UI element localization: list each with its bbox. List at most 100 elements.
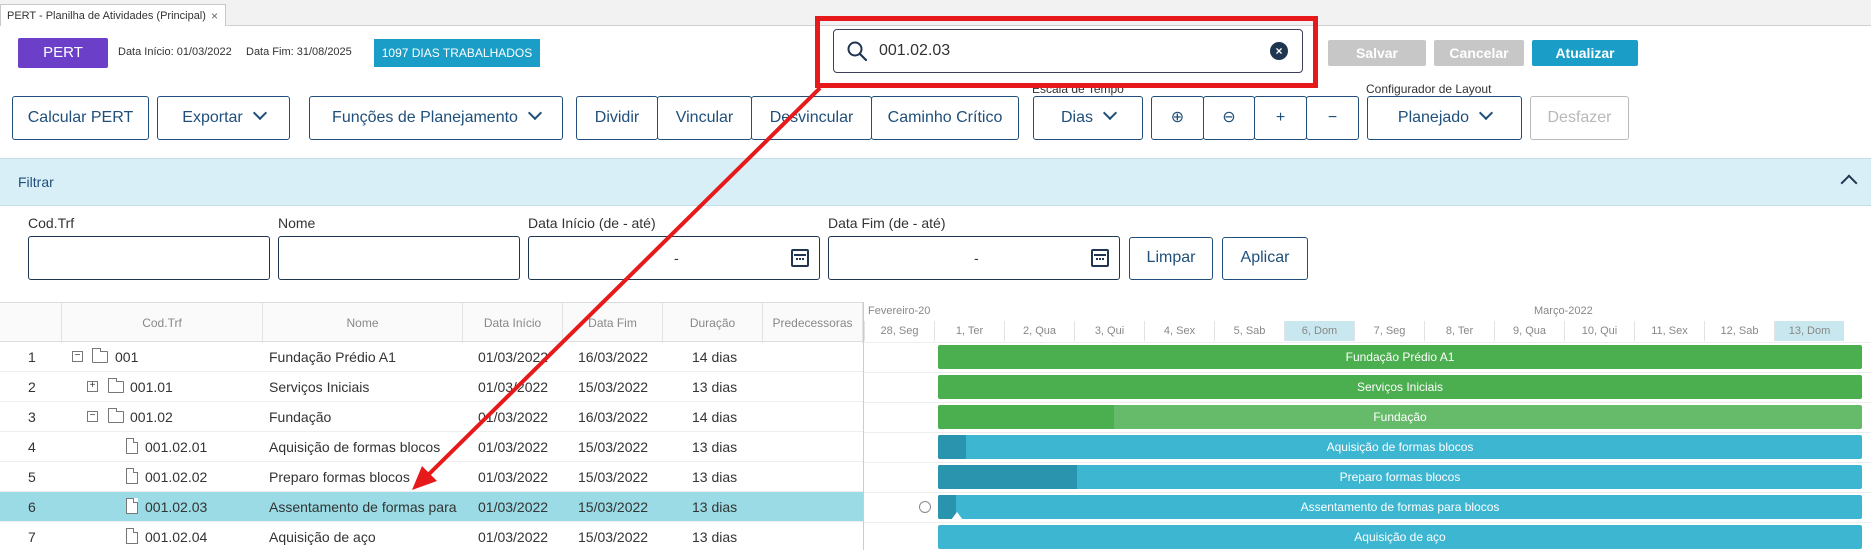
funcoes-planejamento-dropdown[interactable]: Funções de Planejamento xyxy=(309,96,563,140)
gantt-task-bar[interactable]: Preparo formas blocos xyxy=(938,465,1862,489)
exportar-dropdown[interactable]: Exportar xyxy=(157,96,290,140)
dividir-button[interactable]: Dividir xyxy=(576,96,658,140)
caminho-critico-button[interactable]: Caminho Crítico xyxy=(871,96,1019,140)
data-fim-cell: 16/03/2022 xyxy=(578,409,649,425)
col-predecessoras[interactable]: Predecessoras xyxy=(763,303,863,343)
zoom-out-button[interactable]: ⊖ xyxy=(1203,96,1255,140)
progress-handle-icon[interactable] xyxy=(951,512,963,520)
gantt-task-bar[interactable]: Fundação Prédio A1 xyxy=(938,345,1862,369)
data-inicio-cell: 01/03/2022 xyxy=(478,469,549,485)
gantt-row-line xyxy=(864,522,1871,523)
collapse-button[interactable]: − xyxy=(1306,96,1359,140)
filter-title: Filtrar xyxy=(18,174,54,190)
gantt-bar-label: Fundação Prédio A1 xyxy=(1345,350,1455,364)
data-fim-filter-label: Data Fim (de - até) xyxy=(828,215,946,231)
file-icon xyxy=(126,468,138,484)
pert-button[interactable]: PERT xyxy=(18,38,108,68)
gantt-task-bar[interactable]: Serviços Iniciais xyxy=(938,375,1862,399)
col-data-inicio[interactable]: Data Início xyxy=(463,303,563,343)
funcoes-label: Funções de Planejamento xyxy=(332,109,518,126)
gantt-task-bar[interactable]: Assentamento de formas para blocos xyxy=(938,495,1862,519)
duracao-cell: 13 dias xyxy=(692,529,738,545)
calcular-pert-button[interactable]: Calcular PERT xyxy=(12,96,149,140)
data-fim-range-input[interactable]: - xyxy=(828,236,1120,280)
data-fim-cell: 15/03/2022 xyxy=(578,469,649,485)
row-number: 5 xyxy=(28,469,36,485)
calendar-icon[interactable] xyxy=(1091,249,1109,267)
gantt-month-mar: Março-2022 xyxy=(1534,305,1593,317)
gantt-task-bar[interactable]: Aquisição de aço xyxy=(938,525,1862,549)
configurador-layout-dropdown[interactable]: Planejado xyxy=(1367,96,1522,140)
data-inicio-cell: 01/03/2022 xyxy=(478,439,549,455)
expand-button[interactable]: + xyxy=(1254,96,1307,140)
cod-trf-cell: 001.02.02 xyxy=(145,469,208,485)
gantt-day-header: 1, Ter xyxy=(934,321,1004,341)
aplicar-button[interactable]: Aplicar xyxy=(1222,237,1308,280)
salvar-button[interactable]: Salvar xyxy=(1328,40,1426,66)
duracao-cell: 13 dias xyxy=(692,469,738,485)
gantt-row-line xyxy=(864,492,1871,493)
range-separator: - xyxy=(974,250,979,266)
gantt-day-header: 6, Dom xyxy=(1284,321,1354,341)
data-inicio-cell: 01/03/2022 xyxy=(478,349,549,365)
gantt-chart[interactable]: Fevereiro-20 Março-2022 28, Seg 1, Ter 2, … xyxy=(863,302,1871,550)
data-fim-cell: 15/03/2022 xyxy=(578,499,649,515)
table-row[interactable]: 7 001.02.04 Aquisição de aço 01/03/2022 … xyxy=(0,522,863,550)
table-row[interactable]: 1 − 001 Fundação Prédio A1 01/03/2022 16… xyxy=(0,342,863,372)
zoom-in-button[interactable]: ⊕ xyxy=(1151,96,1204,140)
gantt-row-line xyxy=(864,432,1871,433)
data-inicio-range-input[interactable]: - xyxy=(528,236,820,280)
file-icon xyxy=(126,528,138,544)
cod-trf-label: Cod.Trf xyxy=(28,215,75,231)
gantt-day-header: 2, Qua xyxy=(1004,321,1074,341)
tab-pert-planilha[interactable]: PERT - Planilha de Atividades (Principal… xyxy=(0,4,226,26)
data-inicio-cell: 01/03/2022 xyxy=(478,499,549,515)
vincular-button[interactable]: Vincular xyxy=(657,96,752,140)
row-number: 6 xyxy=(28,499,36,515)
expand-toggle-icon[interactable]: + xyxy=(87,381,98,392)
cod-trf-cell: 001.02.04 xyxy=(145,529,208,545)
gantt-bar-label: Assentamento de formas para blocos xyxy=(1300,500,1500,514)
duracao-cell: 14 dias xyxy=(692,409,738,425)
table-row[interactable]: 4 001.02.01 Aquisição de formas blocos 0… xyxy=(0,432,863,462)
table-row[interactable]: 3 − 001.02 Fundação 01/03/2022 16/03/202… xyxy=(0,402,863,432)
table-row[interactable]: 5 001.02.02 Preparo formas blocos 01/03/… xyxy=(0,462,863,492)
gantt-day-header: 10, Qui xyxy=(1564,321,1634,341)
highlight-frame xyxy=(815,16,1318,88)
desvincular-button[interactable]: Desvincular xyxy=(751,96,872,140)
close-icon[interactable]: × xyxy=(211,9,218,23)
atualizar-button[interactable]: Atualizar xyxy=(1532,40,1638,66)
col-data-fim[interactable]: Data Fim xyxy=(563,303,663,343)
gantt-task-bar[interactable]: Aquisição de formas blocos xyxy=(938,435,1862,459)
cancelar-button[interactable]: Cancelar xyxy=(1434,40,1524,66)
gantt-bar-label: Aquisição de aço xyxy=(1354,530,1446,544)
gantt-task-bar[interactable]: Fundação xyxy=(938,405,1862,429)
collapse-toggle-icon[interactable]: − xyxy=(87,411,98,422)
gantt-day-header: 13, Dom xyxy=(1774,321,1844,341)
row-number: 4 xyxy=(28,439,36,455)
col-nome[interactable]: Nome xyxy=(263,303,463,343)
limpar-button[interactable]: Limpar xyxy=(1129,237,1213,280)
escala-tempo-dropdown[interactable]: Dias xyxy=(1033,96,1143,140)
chevron-up-icon[interactable] xyxy=(1840,174,1858,192)
nome-cell: Fundação Prédio A1 xyxy=(269,349,396,365)
link-handle-icon[interactable] xyxy=(919,501,931,513)
cod-trf-input[interactable] xyxy=(28,236,270,280)
gantt-bar-label: Preparo formas blocos xyxy=(1339,470,1461,484)
calendar-icon[interactable] xyxy=(791,249,809,267)
gantt-day-header: 8, Ter xyxy=(1424,321,1494,341)
grid-header: Cod.Trf Nome Data Início Data Fim Duraçã… xyxy=(0,302,863,343)
desfazer-button[interactable]: Desfazer xyxy=(1530,96,1629,140)
gantt-day-header: 9, Qua xyxy=(1494,321,1564,341)
col-duracao[interactable]: Duração xyxy=(663,303,763,343)
table-row[interactable]: 2 + 001.01 Serviços Iniciais 01/03/2022 … xyxy=(0,372,863,402)
gantt-day-header: 7, Seg xyxy=(1354,321,1424,341)
nome-input[interactable] xyxy=(278,236,520,280)
filter-panel-header[interactable]: Filtrar xyxy=(0,158,1871,206)
table-row-selected[interactable]: 6 001.02.03 Assentamento de formas para … xyxy=(0,492,863,522)
gantt-row-line xyxy=(864,342,1871,343)
row-number: 3 xyxy=(28,409,36,425)
cod-trf-cell: 001.01 xyxy=(130,379,173,395)
col-cod-trf[interactable]: Cod.Trf xyxy=(62,303,263,343)
collapse-toggle-icon[interactable]: − xyxy=(72,351,83,362)
